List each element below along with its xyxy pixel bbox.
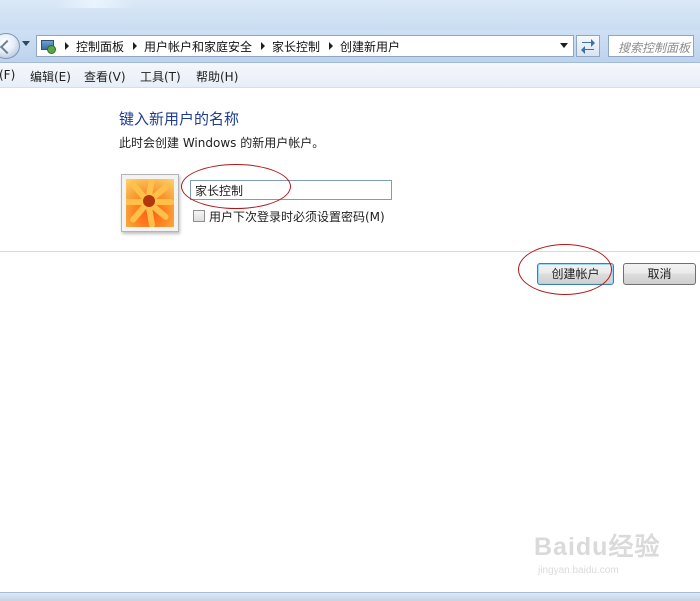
new-user-name-input[interactable]	[190, 180, 392, 200]
back-button[interactable]	[0, 33, 20, 59]
search-input[interactable]: 搜索控制面板	[608, 35, 694, 57]
window-titlebar	[0, 0, 700, 30]
refresh-button[interactable]	[576, 35, 600, 57]
menu-file[interactable]: (F)	[0, 68, 15, 82]
main-content: 键入新用户的名称 此时会创建 Windows 的新用户帐户。 用户下次登录时必须…	[0, 88, 700, 588]
menu-help[interactable]: 帮助(H)	[196, 68, 238, 85]
breadcrumb-parental-controls[interactable]: 家长控制	[272, 38, 320, 55]
titlebar-glow	[55, 0, 135, 8]
watermark-url: jingyan.baidu.com	[538, 565, 619, 576]
breadcrumb-create-user[interactable]: 创建新用户	[340, 38, 400, 55]
user-picture	[121, 174, 179, 232]
baidu-watermark: Baidu经验 jingyan.baidu.com	[534, 527, 684, 583]
person-shape	[47, 45, 56, 54]
page-title: 键入新用户的名称	[119, 110, 240, 128]
flower-center	[143, 195, 155, 207]
require-password-checkbox[interactable]	[193, 210, 205, 222]
breadcrumb-separator-icon[interactable]	[261, 42, 266, 50]
refresh-arrow-right	[591, 39, 595, 47]
watermark-brand: Baidu经验	[534, 533, 661, 561]
breadcrumb-control-panel[interactable]: 控制面板	[76, 38, 124, 55]
menu-tools[interactable]: 工具(T)	[140, 68, 181, 85]
address-dropdown-icon[interactable]	[560, 43, 568, 48]
history-dropdown-icon[interactable]	[22, 41, 30, 46]
refresh-icon	[582, 42, 591, 43]
breadcrumb-user-accounts[interactable]: 用户帐户和家庭安全	[144, 38, 252, 55]
cancel-button[interactable]: 取消	[623, 263, 696, 285]
control-panel-icon	[40, 38, 56, 54]
page-description: 此时会创建 Windows 的新用户帐户。	[119, 136, 325, 150]
breadcrumb-separator-icon[interactable]	[65, 42, 69, 50]
user-picture-flower	[126, 179, 174, 227]
refresh-arrow-left	[581, 46, 585, 54]
breadcrumb-separator-icon[interactable]	[133, 42, 138, 50]
divider	[0, 251, 700, 252]
back-arrow-icon	[0, 39, 15, 55]
menu-edit[interactable]: 编辑(E)	[30, 68, 71, 85]
navigation-bar: 控制面板 用户帐户和家庭安全 家长控制 创建新用户 搜索控制面板	[0, 30, 700, 63]
menu-view[interactable]: 查看(V)	[84, 68, 126, 85]
address-bar[interactable]: 控制面板 用户帐户和家庭安全 家长控制 创建新用户	[36, 35, 574, 57]
refresh-line-lower	[585, 49, 594, 50]
menu-bar: (F) 编辑(E) 查看(V) 工具(T) 帮助(H)	[0, 63, 700, 88]
create-account-button[interactable]: 创建帐户	[537, 263, 614, 285]
require-password-label[interactable]: 用户下次登录时必须设置密码(M)	[209, 208, 385, 225]
breadcrumb-separator-icon[interactable]	[329, 42, 334, 50]
